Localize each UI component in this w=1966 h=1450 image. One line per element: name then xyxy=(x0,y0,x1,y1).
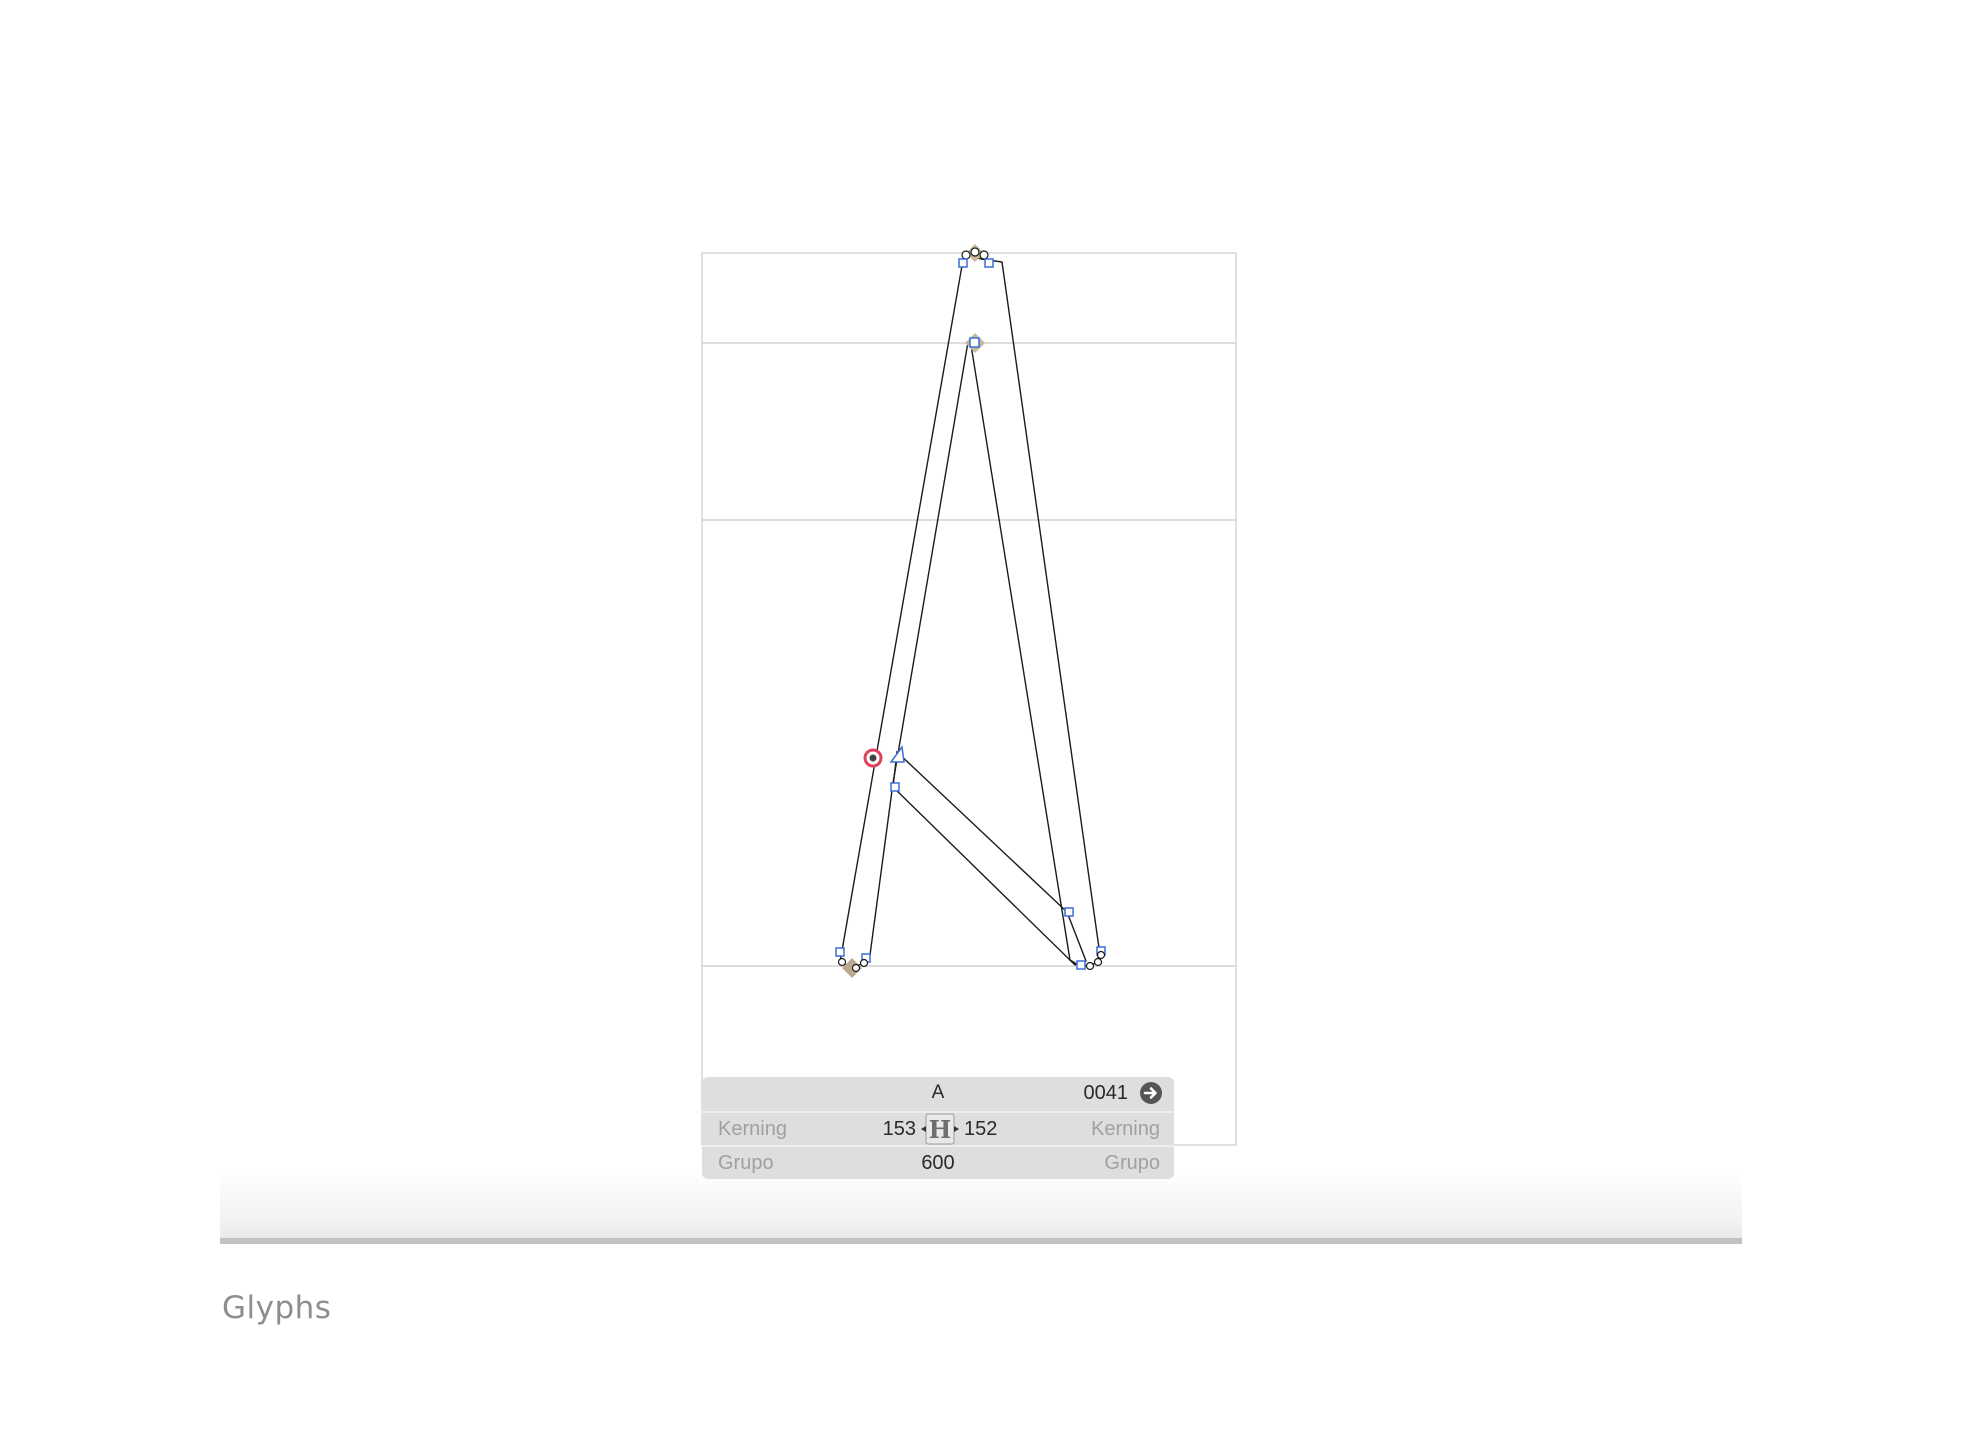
sidebearing-metrics-icon: H xyxy=(920,1113,960,1145)
outer-contour-path[interactable] xyxy=(839,254,1101,968)
bottom-right-node-a[interactable] xyxy=(1076,960,1086,970)
inner-contour-path[interactable] xyxy=(892,750,1087,966)
top-corner-node-left[interactable] xyxy=(958,258,968,268)
right-kerning-group-field[interactable]: Kerning xyxy=(1091,1113,1160,1145)
info-row-group: Grupo 600 Grupo xyxy=(702,1147,1174,1179)
bottom-left-node-a[interactable] xyxy=(835,947,845,957)
glyph-width-field[interactable]: 600 xyxy=(702,1147,1174,1179)
top-corner-node-right[interactable] xyxy=(984,258,994,268)
right-sidebearing-field[interactable]: 152 xyxy=(964,1113,997,1145)
bottom-left-handle-c[interactable] xyxy=(859,958,869,968)
top-node-left[interactable] xyxy=(961,250,971,260)
bottom-left-handle-a[interactable] xyxy=(837,957,847,967)
inner-apex-node[interactable] xyxy=(969,337,980,348)
bottom-left-handle-b[interactable] xyxy=(851,963,861,973)
crossbar-node-right[interactable] xyxy=(1064,907,1074,917)
info-row-kerning: Kerning 153 H 152 Kerning xyxy=(702,1113,1174,1145)
crossbar-start-node[interactable] xyxy=(889,745,905,763)
bottom-right-handle-a[interactable] xyxy=(1085,961,1095,971)
left-sidebearing-field[interactable]: 153 xyxy=(876,1113,916,1145)
top-node-center[interactable] xyxy=(970,247,980,257)
bottom-right-handle-b[interactable] xyxy=(1093,957,1103,967)
glyph-bounds-box xyxy=(701,252,1237,1146)
info-row-glyph: A 0041 xyxy=(702,1077,1174,1109)
right-group-field[interactable]: Grupo xyxy=(1104,1147,1160,1179)
arrow-right-circle-icon[interactable] xyxy=(1140,1082,1162,1104)
svg-text:H: H xyxy=(929,1115,952,1144)
unicode-value[interactable]: 0041 xyxy=(1084,1077,1129,1109)
top-node-right[interactable] xyxy=(979,250,989,260)
bottom-right-handle-c[interactable] xyxy=(1096,950,1106,960)
glyph-outline-drawing[interactable] xyxy=(0,0,1966,1450)
left-kerning-group-field[interactable]: Kerning xyxy=(718,1113,787,1145)
glyph-info-box: A 0041 Kerning 153 H 152 Kerning Grupo 6… xyxy=(702,1077,1174,1179)
figure-caption: Glyphs xyxy=(222,1290,332,1326)
selected-node-core xyxy=(869,754,877,762)
crossbar-node-left[interactable] xyxy=(890,782,900,792)
